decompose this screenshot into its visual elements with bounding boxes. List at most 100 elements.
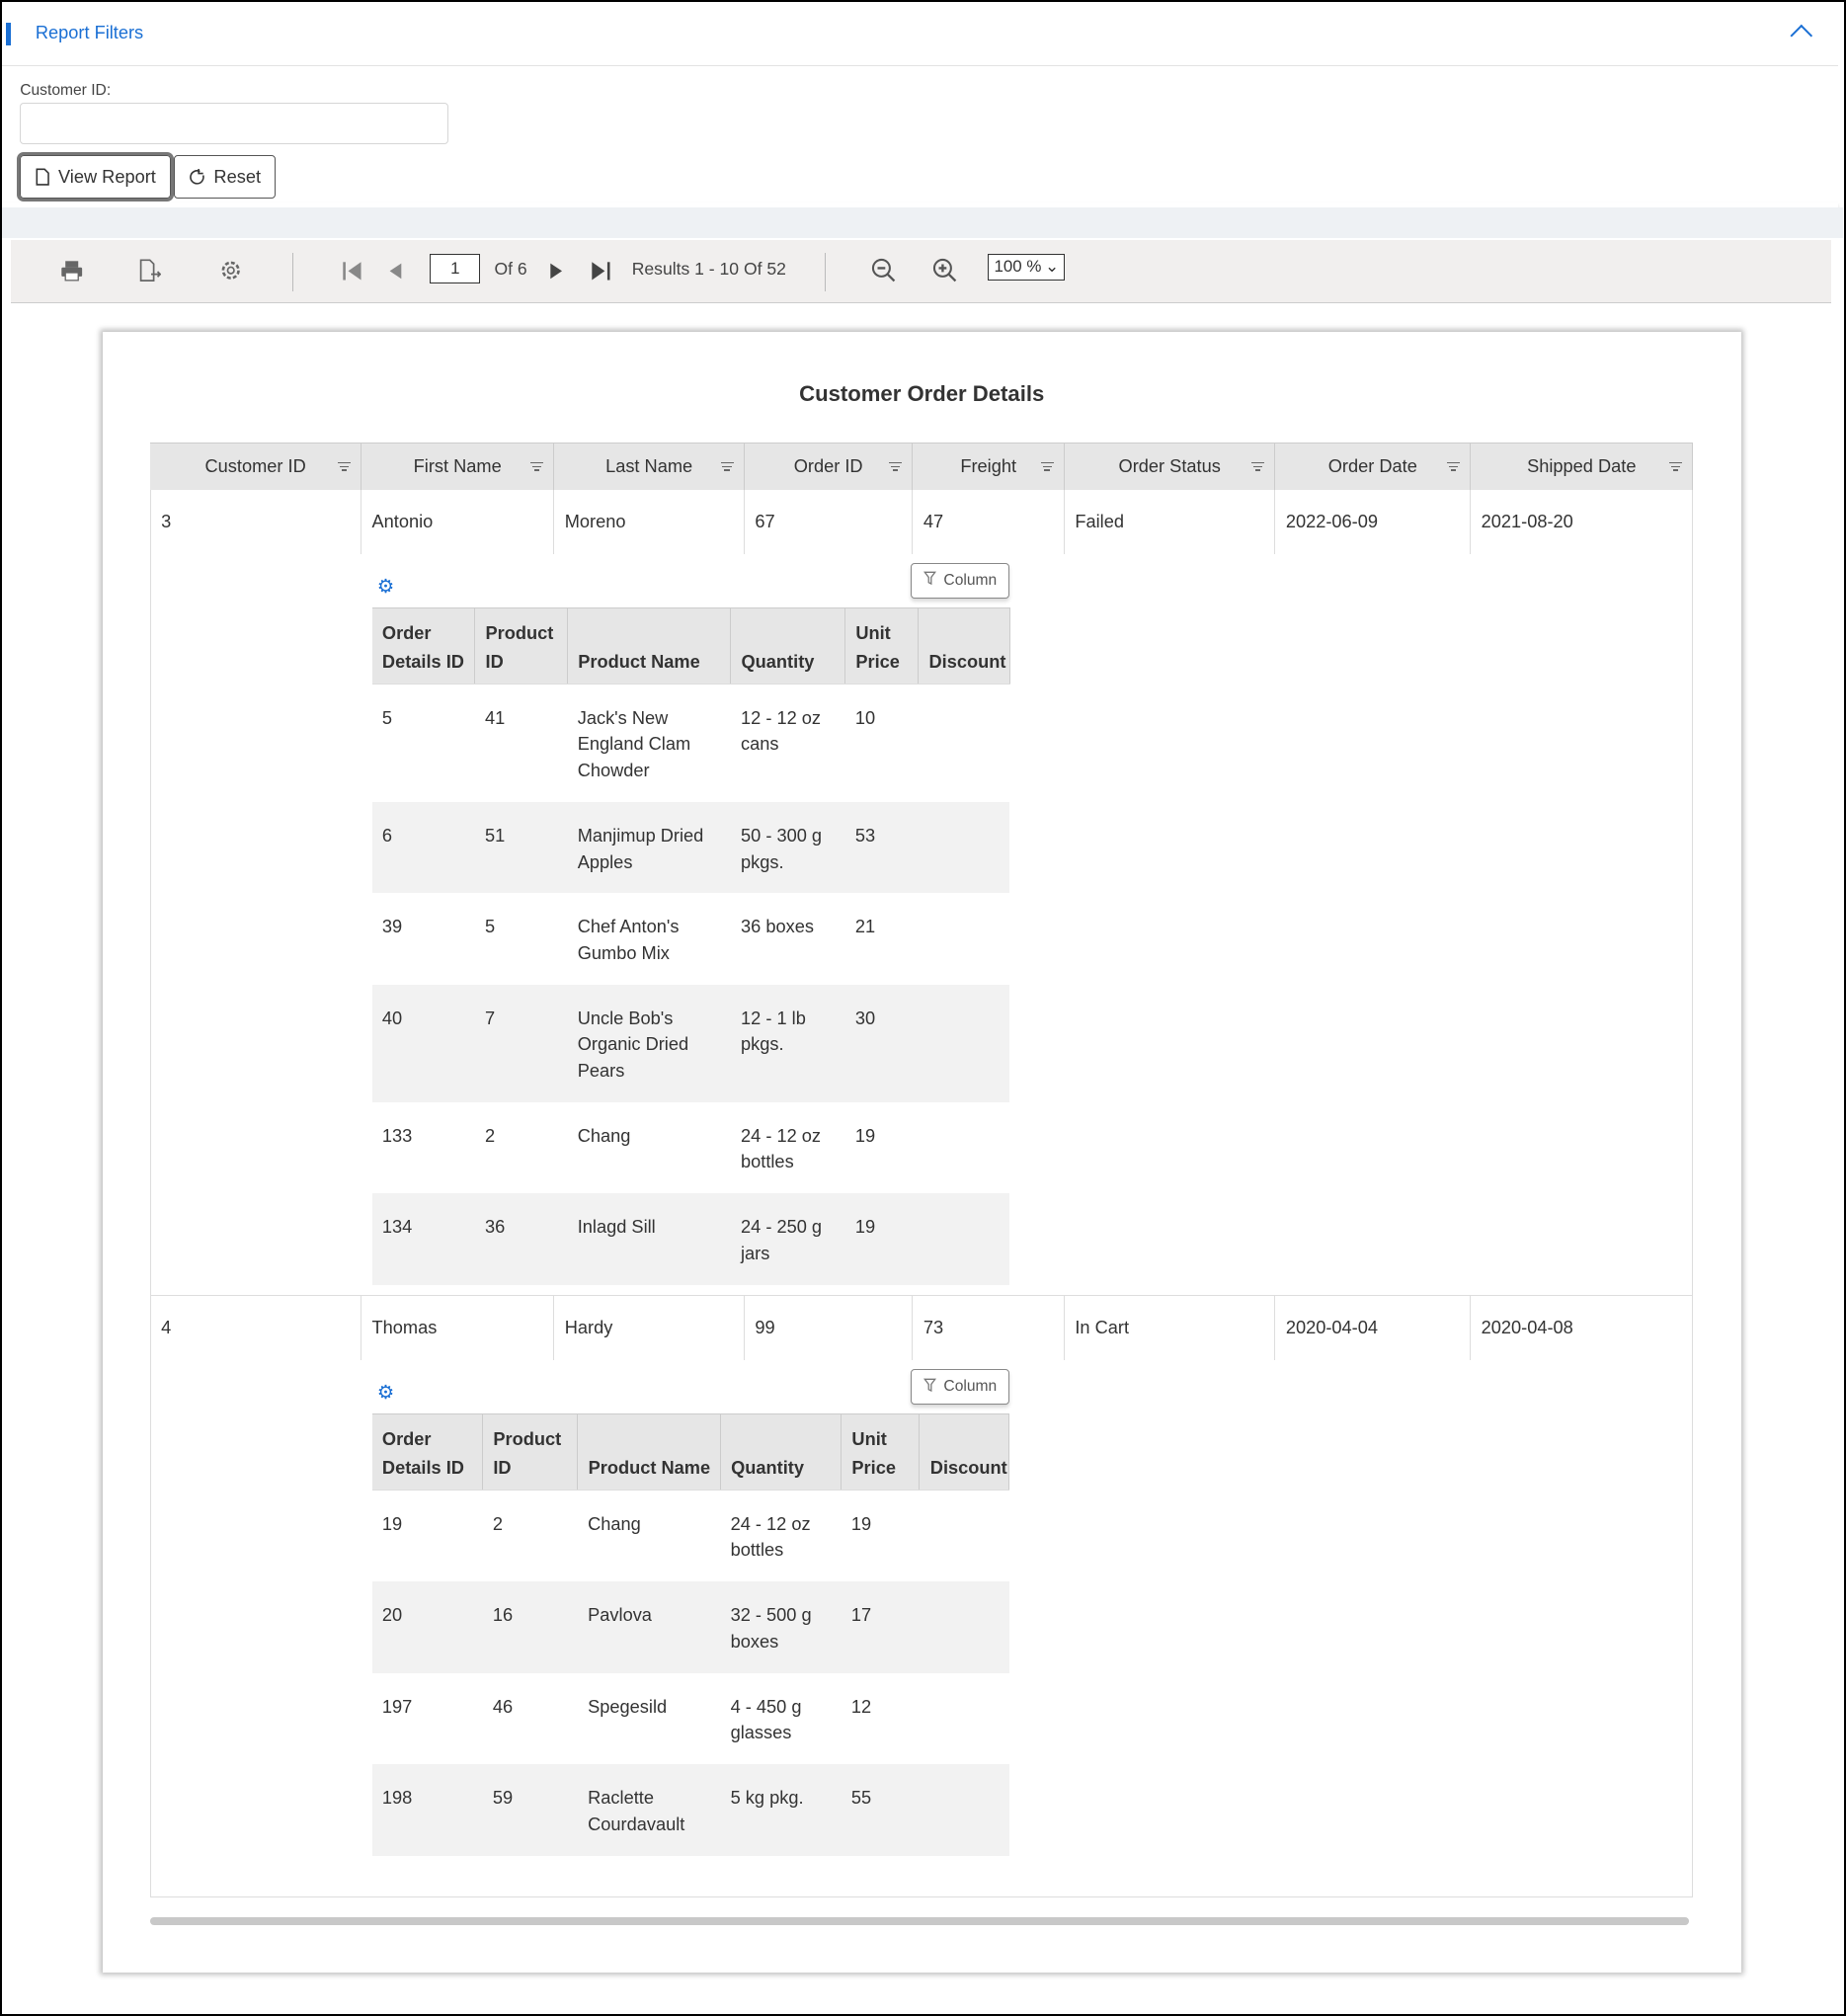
detail-cell: Pavlova	[577, 1581, 721, 1673]
detail-row[interactable]: 198 59 Raclette Courdavault 5 kg pkg. 55	[371, 1764, 1009, 1856]
column-header[interactable]: Customer ID	[150, 443, 362, 490]
detail-column-header[interactable]: Product Name	[567, 607, 732, 685]
column-header[interactable]: Freight	[912, 443, 1065, 490]
view-report-label: View Report	[57, 166, 156, 187]
zoom-out-icon[interactable]	[870, 257, 899, 285]
reset-label: Reset	[213, 166, 262, 187]
detail-cell: 4 - 450 g glasses	[730, 1696, 802, 1743]
page-number-input[interactable]: 1	[430, 254, 481, 283]
detail-column-header[interactable]: Unit Price	[844, 607, 920, 685]
detail-cell: 2	[485, 1125, 496, 1146]
order-row[interactable]: 3 Antonio Moreno 67 47 Failed 2022-06-09 2021-0…	[149, 489, 1694, 554]
filter-icon[interactable]	[1040, 461, 1054, 474]
column-header[interactable]: Last Name	[553, 443, 745, 490]
detail-cell: 21	[854, 917, 876, 937]
detail-column-header[interactable]: Product ID	[482, 1413, 579, 1491]
detail-cell: 6	[371, 802, 475, 894]
column-chooser-button[interactable]: Column	[910, 1368, 1010, 1406]
detail-column-header[interactable]: Discount	[918, 607, 1010, 685]
column-button-label: Column	[943, 1378, 998, 1396]
column-header[interactable]: First Name	[361, 443, 555, 490]
first-page-icon[interactable]	[340, 257, 362, 285]
filter-icon[interactable]	[529, 461, 543, 474]
refresh-icon	[189, 169, 204, 185]
filter-icon[interactable]	[337, 461, 351, 474]
detail-cell: 50 - 300 g pkgs.	[730, 802, 845, 894]
zoom-in-icon[interactable]	[931, 257, 960, 285]
gear-icon[interactable]: ⚙	[377, 1381, 395, 1405]
detail-cell: Chef Anton's Gumbo Mix	[577, 917, 680, 963]
detail-cell: 5	[485, 917, 496, 937]
order-cell: 99	[744, 1295, 914, 1360]
column-header[interactable]: Order ID	[744, 443, 914, 490]
chevron-up-icon[interactable]	[1791, 24, 1813, 46]
detail-cell	[919, 893, 1009, 984]
detail-cell: 51	[474, 802, 568, 894]
filter-icon[interactable]	[720, 461, 734, 474]
filter-icon[interactable]	[889, 461, 902, 474]
column-header[interactable]: Order Status	[1064, 443, 1276, 490]
detail-column-header[interactable]: Quantity	[720, 1413, 842, 1491]
detail-row[interactable]: 20 16 Pavlova 32 - 500 g boxes 17	[371, 1581, 1009, 1673]
order-cell: 2022-06-09	[1274, 489, 1472, 554]
last-page-icon[interactable]	[590, 257, 612, 285]
gear-icon[interactable]: ⚙	[377, 575, 395, 599]
results-summary: Results 1 - 10 Of 52	[631, 259, 786, 280]
report-page: Customer Order Details Customer ID First …	[102, 332, 1741, 1974]
customer-id-input[interactable]	[20, 102, 448, 145]
detail-row[interactable]: 19 2 Chang 24 - 12 oz bottles 19	[372, 1490, 1009, 1581]
print-icon[interactable]	[58, 257, 84, 285]
report-filters-header[interactable]: Report Filters	[2, 2, 1838, 67]
detail-cell	[920, 1490, 1009, 1581]
detail-cell: Manjimup Dried Apples	[567, 802, 731, 894]
column-header[interactable]: Order Date	[1274, 443, 1472, 490]
detail-column-header[interactable]: Quantity	[730, 607, 845, 685]
accent-bar	[5, 22, 12, 46]
filter-icon	[923, 571, 936, 590]
detail-cell: 30	[844, 984, 919, 1102]
detail-column-header[interactable]: Product Name	[577, 1413, 721, 1491]
detail-column-header[interactable]: Order Details ID	[371, 1413, 483, 1491]
column-header-label: Customer ID	[204, 456, 306, 477]
detail-column-header[interactable]: Product ID	[474, 607, 568, 685]
detail-cell: 12	[850, 1696, 872, 1717]
detail-cell: 16	[482, 1581, 578, 1673]
detail-row[interactable]: 6 51 Manjimup Dried Apples 50 - 300 g pkgs.…	[371, 802, 1009, 894]
column-header[interactable]: Shipped Date	[1470, 443, 1694, 490]
settings-icon[interactable]	[218, 257, 244, 285]
reset-button[interactable]: Reset	[174, 154, 277, 200]
detail-cell: 17	[841, 1581, 920, 1673]
column-header-label: Shipped Date	[1527, 456, 1637, 477]
order-cell: 2021-08-20	[1470, 489, 1694, 554]
view-report-button[interactable]: View Report	[17, 151, 175, 202]
horizontal-scrollbar[interactable]	[149, 1917, 1689, 1926]
column-chooser-button[interactable]: Column	[910, 562, 1010, 600]
detail-cell: Chang	[577, 1125, 631, 1146]
detail-row[interactable]: 197 46 Spegesild 4 - 450 g glasses 12	[372, 1673, 1009, 1764]
detail-row[interactable]: 133 2 Chang 24 - 12 oz bottles 19	[372, 1102, 1010, 1193]
detail-column-header[interactable]: Unit Price	[841, 1413, 921, 1491]
page-count: Of 6	[494, 259, 527, 280]
detail-cell: Jack's New England Clam Chowder	[577, 707, 691, 781]
filter-icon[interactable]	[1446, 461, 1460, 474]
order-cell: 73	[912, 1295, 1065, 1360]
previous-page-icon[interactable]	[386, 257, 404, 285]
order-row[interactable]: 4 Thomas Hardy 99 73 In Cart 2020-04-04 2020-04…	[149, 1295, 1694, 1360]
detail-cell	[918, 802, 1009, 894]
order-detail-cell: ⚙ Column Order Details ID Product ID Product…	[149, 1359, 1694, 1898]
filter-icon[interactable]	[1251, 461, 1264, 474]
detail-row[interactable]: 39 5 Chef Anton's Gumbo Mix 36 boxes 21	[372, 893, 1010, 984]
detail-cell: 40	[371, 984, 475, 1102]
detail-row[interactable]: 134 36 Inlagd Sill 24 - 250 g jars 19	[371, 1193, 1009, 1285]
report-viewer: Report Filters Customer ID: View Report …	[0, 0, 1846, 2016]
detail-column-header[interactable]: Order Details ID	[371, 607, 476, 685]
detail-row[interactable]: 5 41 Jack's New England Clam Chowder 12 - 1…	[372, 684, 1010, 802]
next-page-icon[interactable]	[548, 257, 566, 285]
detail-column-header[interactable]: Discount	[919, 1413, 1010, 1491]
zoom-select[interactable]: 100 % ⌄	[988, 254, 1066, 282]
filter-icon[interactable]	[1668, 461, 1682, 474]
detail-row[interactable]: 40 7 Uncle Bob's Organic Dried Pears 12 - 1…	[371, 984, 1009, 1102]
order-cell: Antonio	[361, 489, 555, 554]
order-detail-row: ⚙ Column Order Details ID Product ID Product…	[149, 1359, 1694, 1898]
export-icon[interactable]	[137, 257, 163, 285]
